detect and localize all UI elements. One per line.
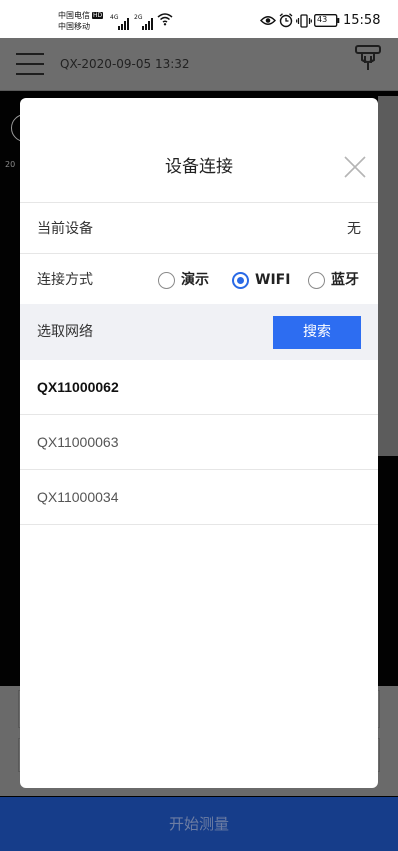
hamburger-icon[interactable] bbox=[16, 53, 44, 75]
network-section-label: 选取网络 bbox=[37, 324, 93, 340]
eye-icon bbox=[260, 16, 276, 25]
dialog-title: 设备连接 bbox=[165, 157, 233, 177]
current-device-label: 当前设备 bbox=[37, 221, 93, 237]
dialog-header: 设备连接 bbox=[20, 98, 378, 203]
background-side-panel bbox=[378, 96, 398, 456]
carrier-1-label: 中国电信 bbox=[58, 11, 90, 20]
hd-badge: HD bbox=[92, 12, 104, 19]
signal-2-type-label: 2G bbox=[134, 14, 143, 21]
start-measurement-button[interactable]: 开始测量 bbox=[0, 797, 398, 851]
close-button[interactable] bbox=[342, 155, 368, 181]
radio-bluetooth[interactable]: 蓝牙 bbox=[308, 269, 359, 291]
device-connection-dialog: 设备连接 当前设备 无 连接方式 演示 WIFI 蓝牙 选取网络 搜索 QX11… bbox=[20, 98, 378, 788]
app-title: QX-2020-09-05 13:32 bbox=[60, 57, 190, 71]
connection-method-label: 连接方式 bbox=[37, 272, 93, 288]
radio-wifi-label: WIFI bbox=[255, 272, 291, 288]
radio-demo-label: 演示 bbox=[181, 272, 209, 288]
current-device-row: 当前设备 无 bbox=[20, 204, 378, 254]
app-bar: QX-2020-09-05 13:32 bbox=[0, 38, 398, 91]
current-device-value: 无 bbox=[347, 221, 361, 237]
status-time: 15:58 bbox=[343, 13, 381, 28]
radio-unchecked-icon bbox=[308, 271, 325, 289]
carrier-2-label: 中国移动 bbox=[58, 22, 90, 31]
close-icon bbox=[344, 156, 366, 178]
measuring-device-icon[interactable] bbox=[354, 44, 382, 72]
network-name: QX11000034 bbox=[37, 489, 119, 505]
network-section-header: 选取网络 搜索 bbox=[20, 304, 378, 360]
carrier-info: 中国电信 HD 中国移动 bbox=[58, 10, 118, 32]
radio-wifi[interactable]: WIFI bbox=[232, 269, 290, 291]
network-list-item[interactable]: QX11000062 bbox=[20, 360, 378, 415]
radio-bluetooth-label: 蓝牙 bbox=[331, 272, 359, 288]
connection-method-row: 连接方式 演示 WIFI 蓝牙 bbox=[20, 255, 378, 305]
radio-unchecked-icon bbox=[158, 271, 175, 289]
alarm-icon bbox=[279, 13, 293, 28]
radio-checked-icon bbox=[232, 271, 249, 289]
status-bar: 中国电信 HD 中国移动 4G 2G 43 15:58 bbox=[0, 0, 398, 38]
signal-1-type-label: 4G bbox=[110, 14, 119, 21]
background-label: 20 bbox=[5, 160, 16, 169]
vibrate-icon bbox=[296, 14, 312, 28]
search-button[interactable]: 搜索 bbox=[273, 316, 361, 349]
network-name: QX11000062 bbox=[37, 379, 119, 395]
wifi-signal-icon bbox=[157, 13, 173, 26]
network-name: QX11000063 bbox=[37, 434, 119, 450]
battery-percentage: 43 bbox=[317, 15, 328, 24]
network-list-item[interactable]: QX11000034 bbox=[20, 470, 378, 525]
radio-demo[interactable]: 演示 bbox=[158, 269, 209, 291]
network-list-item[interactable]: QX11000063 bbox=[20, 415, 378, 470]
